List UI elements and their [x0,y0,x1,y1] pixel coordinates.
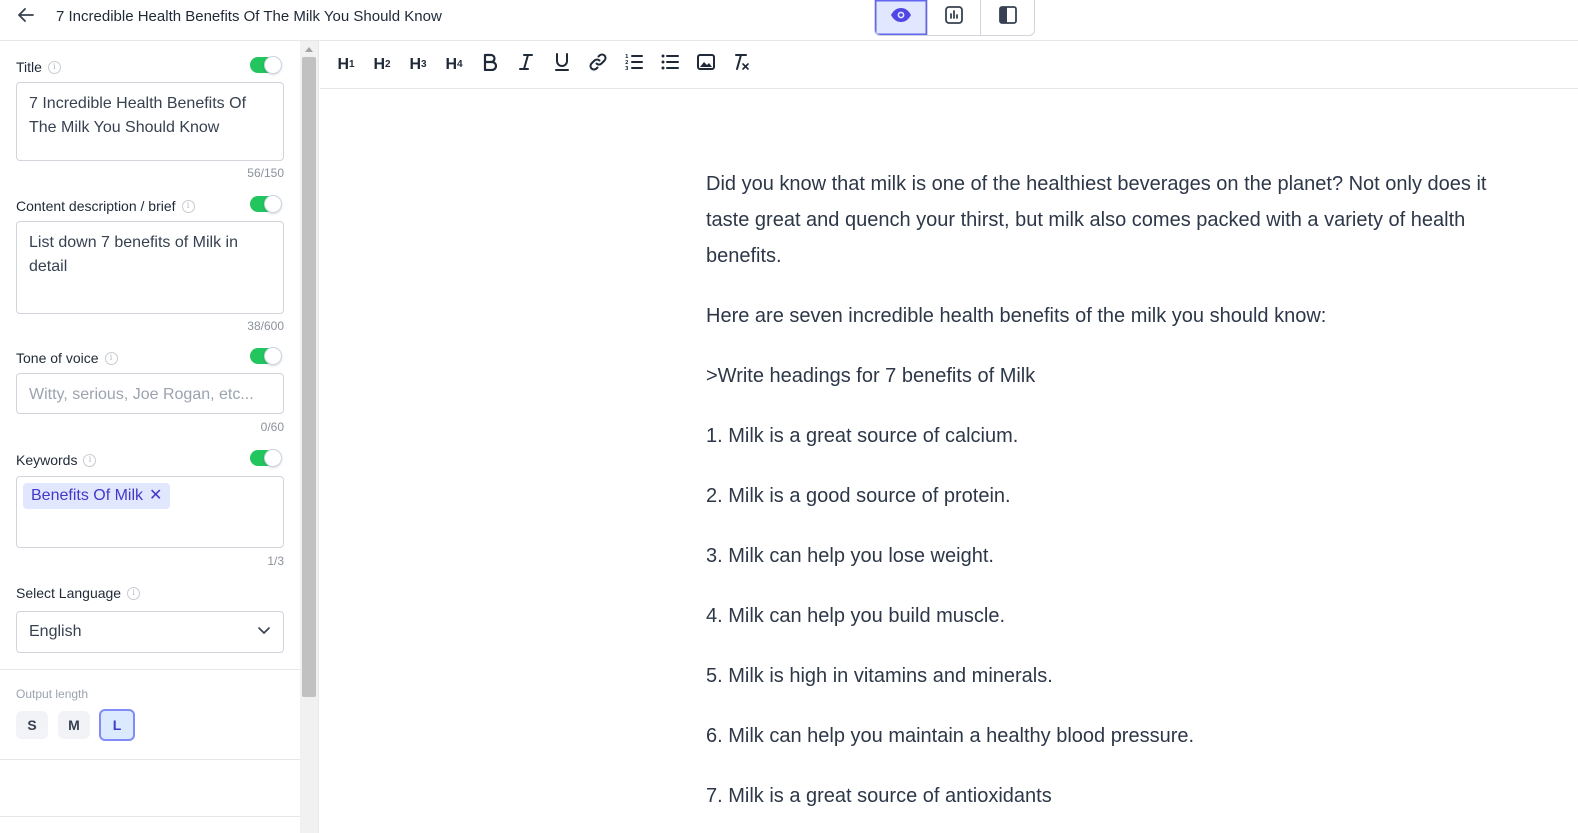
title-counter: 56/150 [247,166,284,180]
top-bar: 7 Incredible Health Benefits Of The Milk… [0,0,1578,41]
toggle-knob [264,449,282,467]
prompt-command-line: >Write headings for 7 benefits of Milk [706,365,1036,387]
chevron-down-icon [257,623,271,642]
length-small-button[interactable]: S [16,711,48,739]
link-icon [589,53,607,76]
bullet-list-icon [661,53,679,76]
description-counter: 38/600 [247,319,284,333]
intro-paragraph: Did you know that milk is one of the hea… [706,173,1487,267]
chart-icon [944,5,964,30]
eye-icon [890,7,912,28]
title-label: Title i [16,59,61,75]
language-label: Select Language i [16,585,141,601]
editor-content[interactable]: Did you know that milk is one of the hea… [706,166,1526,833]
clear-format-icon [733,53,751,76]
lead-in-paragraph: Here are seven incredible health benefit… [706,305,1327,327]
benefit-item: 1. Milk is a great source of calcium. [706,425,1019,447]
benefit-item: 2. Milk is a good source of protein. [706,485,1011,507]
benefit-item: 5. Milk is high in vitamins and minerals… [706,665,1053,687]
title-toggle[interactable] [250,56,282,74]
scroll-up-icon[interactable] [305,47,313,52]
sidebar-layout-icon [998,5,1018,30]
info-icon[interactable]: i [181,199,195,213]
info-icon[interactable]: i [47,60,61,74]
toggle-knob [264,195,282,213]
bold-button[interactable] [476,51,504,79]
benefit-item: 4. Milk can help you build muscle. [706,605,1006,627]
toggle-knob [264,347,282,365]
preview-view-button[interactable] [875,0,928,35]
keywords-label-text: Keywords [16,452,78,468]
link-button[interactable] [584,51,612,79]
underline-button[interactable] [548,51,576,79]
keywords-toggle[interactable] [250,449,282,467]
clear-format-button[interactable] [728,51,756,79]
description-label-text: Content description / brief [16,198,176,214]
back-button[interactable] [14,5,38,29]
info-icon[interactable]: i [83,453,97,467]
settings-sidebar: Title i 7 Incredible Health Benefits Of … [0,41,300,833]
description-label: Content description / brief i [16,198,195,214]
benefit-item: 3. Milk can help you lose weight. [706,545,994,567]
language-select[interactable]: English [16,611,284,653]
heading-3-button[interactable]: H3 [404,51,432,79]
bullet-list-button[interactable] [656,51,684,79]
tone-label-text: Tone of voice [16,350,99,366]
language-label-text: Select Language [16,585,122,601]
description-toggle[interactable] [250,195,282,213]
keywords-label: Keywords i [16,452,97,468]
keywords-counter: 1/3 [267,554,284,568]
tone-toggle[interactable] [250,347,282,365]
sidebar-scrollbar[interactable] [300,41,319,833]
scroll-thumb[interactable] [302,57,316,697]
image-button[interactable] [692,51,720,79]
info-icon[interactable]: i [104,351,118,365]
arrow-left-icon [16,5,36,30]
italic-button[interactable] [512,51,540,79]
tone-counter: 0/60 [260,420,284,434]
length-large-button[interactable]: L [99,709,135,741]
title-label-text: Title [16,59,42,75]
info-icon[interactable]: i [127,586,141,600]
title-input[interactable]: 7 Incredible Health Benefits Of The Milk… [16,82,284,161]
editor-toolbar: H1 H2 H3 H4 123 [320,41,1578,89]
heading-4-button[interactable]: H4 [440,51,468,79]
description-input[interactable]: List down 7 benefits of Milk in detail [16,221,284,314]
keywords-input[interactable]: Benefits Of Milk ✕ [16,476,284,548]
section-divider [0,759,300,760]
close-icon[interactable]: ✕ [149,485,162,507]
image-icon [697,54,715,75]
toggle-knob [264,56,282,74]
heading-2-button[interactable]: H2 [368,51,396,79]
view-switcher [874,0,1035,36]
section-divider [0,669,300,670]
ordered-list-icon: 123 [625,53,643,76]
keyword-chip: Benefits Of Milk ✕ [23,483,171,509]
svg-text:3: 3 [625,66,629,71]
tone-label: Tone of voice i [16,350,118,366]
heading-1-button[interactable]: H1 [332,51,360,79]
bold-icon [482,53,498,76]
section-divider [0,816,300,817]
length-medium-button[interactable]: M [58,711,90,739]
layout-view-button[interactable] [981,0,1034,35]
benefit-item: 6. Milk can help you maintain a healthy … [706,725,1195,747]
stats-view-button[interactable] [928,0,981,35]
document-title: 7 Incredible Health Benefits Of The Milk… [56,8,442,25]
output-length-label: Output length [16,687,89,701]
italic-icon [518,53,534,76]
underline-icon [554,53,570,76]
benefit-item: 7. Milk is a great source of antioxidant… [706,785,1052,807]
keyword-chip-label: Benefits Of Milk [31,487,144,504]
language-selected-value: English [29,623,82,640]
tone-input[interactable]: Witty, serious, Joe Rogan, etc... [16,373,284,414]
ordered-list-button[interactable]: 123 [620,51,648,79]
